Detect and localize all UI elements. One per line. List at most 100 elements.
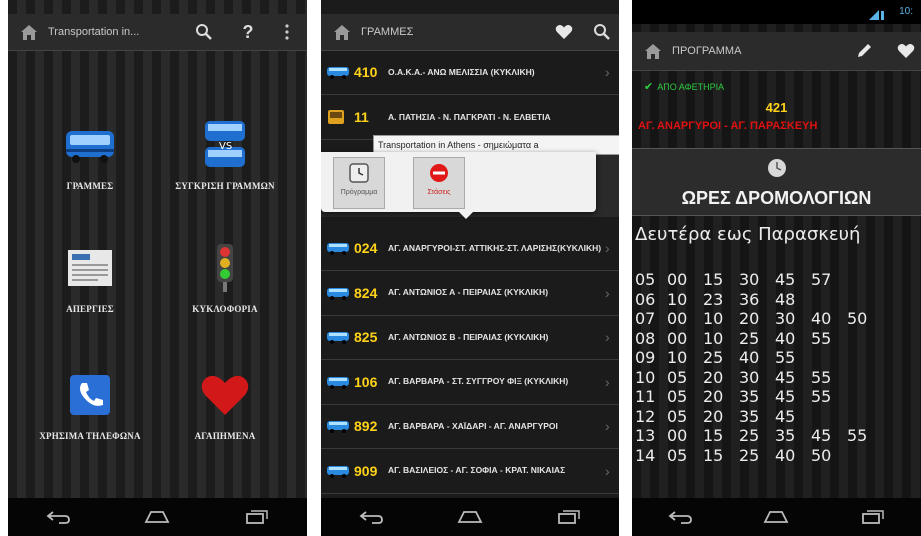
back-icon[interactable] [658,504,702,530]
tile-label: ΑΠΕΡΓΙΕΣ [66,304,114,314]
tile-traffic[interactable]: ΚΥΚΛΟΦΟΡΙΑ [160,238,290,314]
app-home-icon[interactable] [329,20,355,44]
minute-cell: 05 [667,406,688,426]
minute-cell: 25 [739,445,760,465]
trolley-icon [326,108,352,126]
action-bar: Transportation in... ? [8,14,307,51]
tile-strikes[interactable]: ΑΠΕΡΓΙΕΣ [25,238,155,314]
timetable-row: 13 00 15 25 35 45 55 [635,426,883,445]
minute-cell: 25 [703,348,724,367]
route-row[interactable]: 106 ΑΓ. ΒΑΡΒΑΡΑ - ΣΤ. ΣΥΓΓΡΟΥ ΦΙΞ (ΚΥΚΛΙΚ… [321,360,619,405]
minute-cell: 55 [811,367,832,387]
timetable-row: 07 00 10 20 30 40 50 [635,309,883,328]
home-icon[interactable] [754,504,798,530]
timetable-row: 12 05 20 35 45 [635,407,811,426]
minute-cell: 20 [703,406,724,426]
minute-cell: 55 [847,426,868,445]
tile-compare-lines[interactable]: VS ΣΥΓΚΡΙΣΗ ΓΡΑΜΜΩΝ [160,115,290,191]
back-icon[interactable] [349,504,393,530]
hour-cell: 06 [635,289,656,309]
route-name: ΑΓ. ΑΝΑΡΓΥΡΟΙ-ΣΤ. ΑΤΤΙΚΗΣ-ΣΤ. ΛΑΡΙΣΗΣ(ΚΥ… [388,242,602,253]
minute-cell: 30 [775,309,796,328]
chevron-right-icon: › [605,418,610,434]
minute-cell: 20 [703,367,724,387]
minute-cell: 55 [811,387,832,406]
route-name: Ο.Α.Κ.Α.- ΑΝΩ ΜΕΛΙΣΣΙΑ (ΚΥΚΛΙΚΗ) [388,66,535,77]
check-icon: ✔ [644,81,654,93]
overflow-menu-icon[interactable] [282,24,292,40]
chevron-right-icon: › [605,240,610,256]
bus-icon [326,241,352,255]
route-row[interactable]: 024 ΑΓ. ΑΝΑΡΓΥΡΟΙ-ΣΤ. ΑΤΤΙΚΗΣ-ΣΤ. ΛΑΡΙΣΗΣ… [321,226,619,271]
minute-cell: 50 [811,445,832,465]
minute-cell: 40 [739,348,760,367]
stops-action[interactable]: Στάσεις [413,157,465,209]
hour-cell: 11 [635,387,656,406]
timetable-row: 06 10 23 36 48 [635,290,811,309]
system-nav-bar [632,498,921,536]
app-home-icon[interactable] [640,39,666,63]
schedule-screen: 10: ΠΡΟΓΡΑΜΜΑ ✔ ΑΠΟ ΑΦΕΤΗΡΙΑ 421 ΑΓ. ΑΝΑ… [632,0,921,536]
action-bar: ΓΡΑΜΜΕΣ [321,14,619,51]
timetable-row: 05 00 15 30 45 57 [635,270,847,289]
route-row[interactable]: 892 ΑΓ. ΒΑΡΒΑΡΑ - ΧΑΪΔΑΡΙ - ΑΓ. ΑΝΑΡΓΥΡΟΙ… [321,404,619,449]
minute-cell: 30 [739,270,760,289]
stop-sign-icon [414,162,464,189]
tile-phones[interactable]: ΧΡΗΣΙΜΑ ΤΗΛΕΦΩΝΑ [25,365,155,441]
minute-cell: 20 [739,309,760,328]
route-row[interactable]: 11 Α. ΠΑΤΗΣΙΑ - Ν. ΠΑΓΚΡΑΤΙ - Ν. ΕΛΒΕΤΙΑ [321,95,619,140]
tile-label: ΚΥΚΛΟΦΟΡΙΑ [192,304,258,314]
recents-icon[interactable] [851,504,895,530]
minute-cell: 55 [811,328,832,348]
bus-icon [326,330,352,344]
timetable-row: 14 05 15 25 40 50 [635,446,847,465]
minute-cell: 05 [667,445,688,465]
app-home-icon[interactable] [16,20,42,44]
schedule-header: ΩΡΕΣ ΔΡΟΜΟΛΟΓΙΩΝ [632,148,921,216]
minute-cell: 10 [667,348,688,367]
minute-cell: 35 [739,387,760,406]
minute-cell: 45 [775,387,796,406]
tile-lines[interactable]: ΓΡΑΜΜΕΣ [25,115,155,191]
schedule-action[interactable]: Πρόγραμμα [333,157,385,209]
route-row[interactable]: 825 ΑΓ. ΑΝΤΩΝΙΟΣ Β - ΠΕΙΡΑΙΑΣ (ΚΥΚΛΙΚΗ) › [321,315,619,360]
route-row[interactable]: 824 ΑΓ. ΑΝΤΩΝΙΟΣ Α - ΠΕΙΡΑΙΑΣ (ΚΥΚΛΙΚΗ) › [321,271,619,316]
timetable-row: 10 05 20 30 45 55 [635,368,847,387]
day-label: Δευτέρα εως Παρασκευή [635,224,861,245]
edit-icon[interactable] [852,42,876,60]
bus-icon [326,375,352,389]
route-number: 825 [354,329,378,345]
recents-icon[interactable] [547,504,591,530]
minute-cell: 40 [775,328,796,348]
search-icon[interactable] [192,23,216,41]
search-icon[interactable] [591,23,613,41]
hour-cell: 10 [635,367,656,387]
minute-cell: 15 [703,270,724,289]
minute-cell: 57 [811,270,832,289]
minute-cell: 50 [847,309,868,328]
tile-label: ΓΡΑΜΜΕΣ [66,181,114,191]
tile-label: ΣΥΓΚΡΙΣΗ ΓΡΑΜΜΩΝ [175,181,275,191]
route-name: ΑΓ. ΑΝΑΡΓΥΡΟΙ - ΑΓ. ΠΑΡΑΣΚΕΥΗ [638,120,818,132]
home-icon[interactable] [135,504,179,530]
heart-icon[interactable] [553,24,575,40]
help-icon[interactable]: ? [238,22,258,43]
route-number: 892 [354,418,378,434]
route-number: 909 [354,462,378,479]
route-row[interactable]: 410 Ο.Α.Κ.Α.- ΑΝΩ ΜΕΛΙΣΣΙΑ (ΚΥΚΛΙΚΗ) › [321,50,619,95]
route-row[interactable]: 909 ΑΓ. ΒΑΣΙΛΕΙΟΣ - ΑΓ. ΣΟΦΙΑ - ΚΡΑΤ. ΝΙΚ… [321,449,619,494]
minute-cell: 10 [703,309,724,328]
direction-indicator: ✔ ΑΠΟ ΑΦΕΤΗΡΙΑ [644,80,724,93]
hour-cell: 13 [635,426,656,445]
minute-cell: 10 [667,289,688,309]
timetable-row: 11 05 20 35 45 55 [635,387,847,406]
route-name: ΑΓ. ΒΑΡΒΑΡΑ - ΣΤ. ΣΥΓΓΡΟΥ ΦΙΞ (ΚΥΚΛΙΚΗ) [388,376,569,386]
back-icon[interactable] [36,504,80,530]
route-number: 11 [354,109,369,125]
minute-cell: 05 [667,367,688,387]
heart-icon[interactable] [896,43,916,59]
minute-cell: 45 [775,406,796,426]
recents-icon[interactable] [235,504,279,530]
home-icon[interactable] [448,504,492,530]
tile-favorites[interactable]: ΑΓΑΠΗΜΕΝΑ [160,365,290,441]
